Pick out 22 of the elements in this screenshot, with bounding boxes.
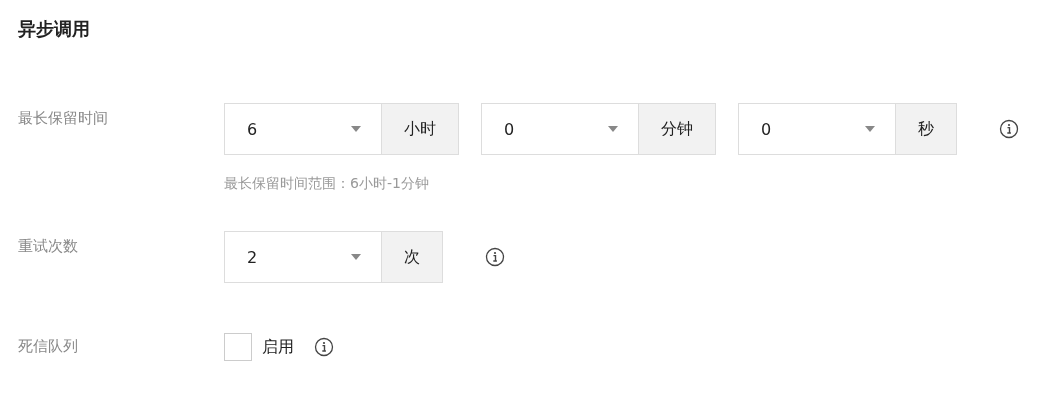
section-title: 异步调用: [18, 17, 91, 41]
checkbox-label[interactable]: 启用: [262, 336, 294, 358]
unit-label: 秒: [896, 103, 957, 155]
info-icon[interactable]: [485, 247, 505, 267]
unit-label: 小时: [382, 103, 459, 155]
caret-icon: [608, 126, 618, 132]
info-icon[interactable]: [314, 337, 334, 357]
dropdown-select[interactable]: 0: [738, 103, 896, 155]
info-icon[interactable]: [999, 119, 1019, 139]
caret-icon: [865, 126, 875, 132]
dropdown-select[interactable]: 0: [481, 103, 639, 155]
hint-text: 最长保留时间范围：6小时-1分钟: [224, 175, 430, 193]
dropdown-select[interactable]: 6: [224, 103, 382, 155]
field-label: 死信队列: [18, 336, 79, 357]
checkbox[interactable]: [224, 333, 252, 361]
caret-icon: [351, 254, 361, 260]
caret-icon: [351, 126, 361, 132]
field-label: 重试次数: [18, 236, 79, 257]
field-label: 最长保留时间: [18, 108, 109, 129]
unit-label: 分钟: [639, 103, 716, 155]
unit-label: 次: [382, 231, 443, 283]
dropdown-select[interactable]: 2: [224, 231, 382, 283]
